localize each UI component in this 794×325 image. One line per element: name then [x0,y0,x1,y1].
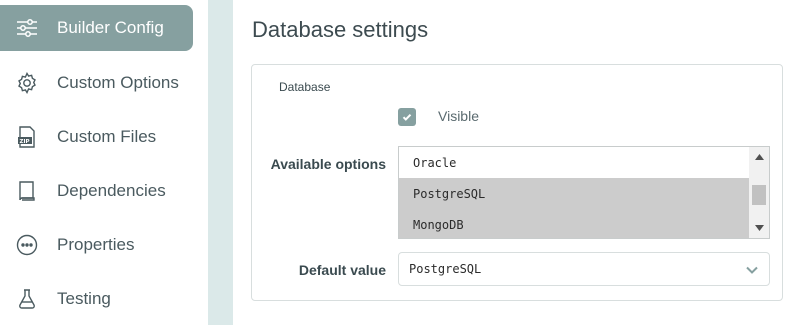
sidebar-item-label: Builder Config [57,18,164,37]
available-options-label: Available options [270,156,386,172]
visible-label: Visible [438,108,479,124]
sidebar-item-testing[interactable]: Testing [0,276,193,322]
sidebar-item-label: Custom Options [57,73,179,92]
sidebar-item-label: Properties [57,235,135,254]
list-option-postgresql[interactable]: PostgreSQL [399,178,750,209]
sidebar-item-properties[interactable]: Properties [0,222,193,268]
sidebar-item-label: Custom Files [57,127,157,146]
sidebar-item-builder-config[interactable]: Builder Config [0,5,193,51]
more-circle-icon [14,232,40,258]
svg-text:ZIP: ZIP [20,139,30,145]
list-option-mongodb[interactable]: MongoDB [399,209,750,238]
listbox-scrollbar[interactable] [749,147,769,238]
visible-checkbox[interactable] [398,108,416,126]
check-icon [402,114,412,121]
gear-icon [14,70,40,96]
sidebar: Builder Config Custom Options ZIP Custom… [0,0,208,325]
default-value-text: PostgreSQL [409,262,482,276]
available-options-listbox[interactable]: Oracle PostgreSQL MongoDB [398,146,770,239]
book-icon [14,178,40,204]
chevron-down-icon [746,266,758,274]
page-title: Database settings [252,17,429,42]
zip-file-icon: ZIP [14,124,40,150]
list-option-oracle[interactable]: Oracle [399,147,750,178]
sidebar-item-label: Testing [57,289,111,308]
default-value-select[interactable]: PostgreSQL [398,252,770,286]
scroll-down-arrow-icon[interactable] [749,220,769,236]
sidebar-item-label: Dependencies [57,181,166,200]
scroll-up-arrow-icon[interactable] [749,149,769,165]
sliders-icon [14,15,40,41]
default-value-label: Default value [298,262,386,278]
sidebar-item-custom-files[interactable]: ZIP Custom Files [0,114,193,160]
section-label: Database [279,80,331,94]
sidebar-item-custom-options[interactable]: Custom Options [0,60,193,106]
sidebar-divider [208,0,233,325]
scroll-thumb[interactable] [752,185,766,205]
sidebar-item-dependencies[interactable]: Dependencies [0,168,193,214]
flask-icon [14,286,40,312]
